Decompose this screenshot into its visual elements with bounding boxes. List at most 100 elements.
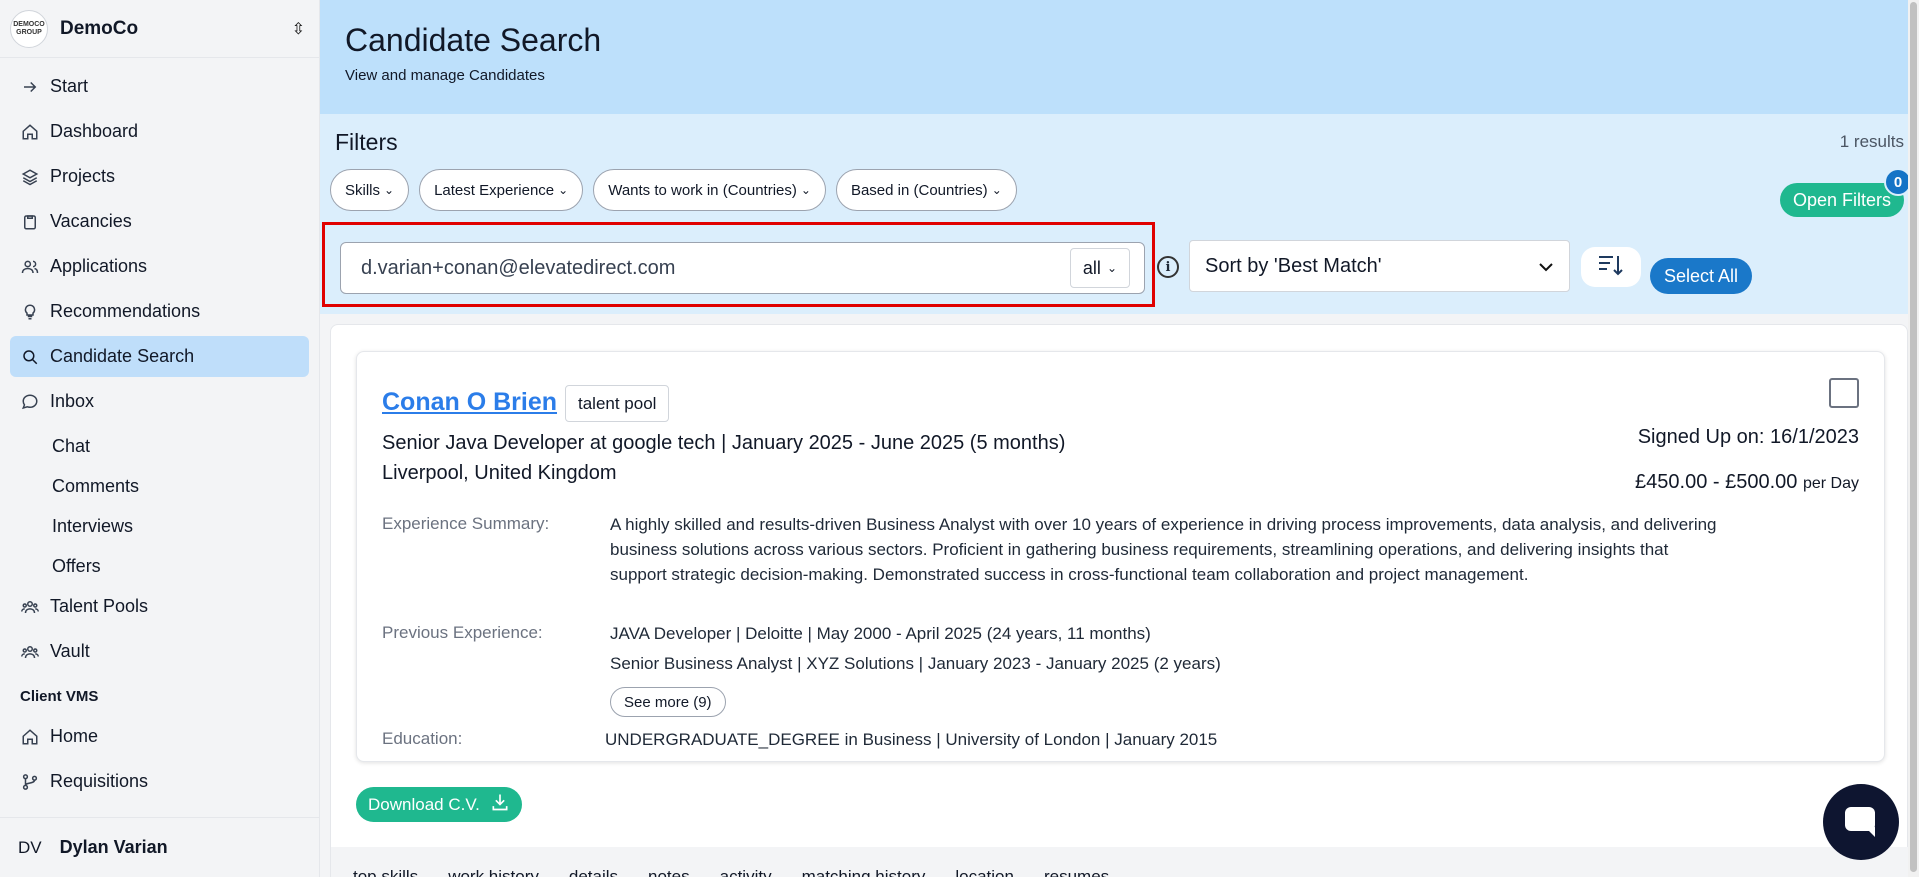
user-name: Dylan Varian [59,837,168,857]
sidebar-item-label: Inbox [50,391,95,411]
select-all-button[interactable]: Select All [1650,258,1753,294]
sidebar-item-chat[interactable]: Chat [10,426,309,466]
talent-pool-tag: talent pool [565,385,670,422]
info-icon[interactable]: i [1157,256,1179,278]
tab-details[interactable]: details [569,847,618,877]
candidate-select-checkbox[interactable] [1829,378,1859,408]
org-switcher[interactable]: DEMOCO GROUP DemoCo ⇳ [0,0,319,58]
candidate-tabs: top skills work history details notes ac… [331,847,1909,877]
filter-chips: Skills ⌄ Latest Experience ⌄ Wants to work… [330,169,1017,211]
education-value: UNDERGRADUATE_DEGREE in Business | Unive… [605,730,1218,749]
sidebar-item-vault[interactable]: Vault [10,631,309,672]
sidebar-item-inbox[interactable]: Inbox [10,381,309,422]
sort-direction-button[interactable] [1581,247,1641,287]
education-label: Education: [382,729,463,748]
tab-activity[interactable]: activity [720,847,772,877]
sidebar-item-label: Vault [50,641,90,661]
users-group-icon [20,643,40,661]
user-profile[interactable]: DV Dylan Varian [0,817,319,877]
sidebar-item-label: Applications [50,256,148,276]
chevron-down-icon: ⌄ [384,183,395,197]
git-branch-icon [20,773,40,791]
chip-label: Based in (Countries) [850,181,988,199]
sidebar-item-vacancies[interactable]: Vacancies [10,201,309,242]
org-logo: DEMOCO GROUP [10,9,48,48]
filter-chip-based-in[interactable]: Based in (Countries) ⌄ [835,169,1017,211]
chevron-down-icon: ⌄ [991,183,1002,197]
main-content: Candidate Search View and manage Candida… [320,0,1919,877]
search-scope-select[interactable]: all ⌄ [1069,248,1130,288]
sidebar-item-candidate-search[interactable]: Candidate Search [10,336,309,377]
sidebar-item-projects[interactable]: Projects [10,156,309,197]
tab-resumes[interactable]: resumes [1044,847,1109,877]
sidebar-item-label: Requisitions [50,771,149,791]
page-title: Candidate Search [345,22,602,58]
sidebar-item-home[interactable]: Home [10,716,309,757]
sidebar-item-label: Talent Pools [50,596,149,616]
chat-launcher-button[interactable] [1823,784,1899,860]
download-label: Download C.V. [368,794,480,814]
download-cv-button[interactable]: Download C.V. [356,787,522,822]
home-icon [20,728,40,746]
sidebar-item-label: Vacancies [50,211,132,231]
users-group-icon [20,598,40,616]
search-bar: all ⌄ [340,242,1145,294]
users-icon [20,258,40,276]
sidebar-section-client-vms: Client VMS [20,687,99,705]
previous-experience-item: Senior Business Analyst | XYZ Solutions … [610,654,1221,673]
search-icon [20,348,40,366]
candidate-rate: £450.00 - £500.00 per Day [1635,471,1859,494]
chevron-down-icon [1538,255,1554,278]
see-more-button[interactable]: See more (9) [610,687,726,717]
tab-matching-history[interactable]: matching history [802,847,926,877]
lightbulb-icon [20,303,40,321]
filters-title: Filters [335,129,398,155]
summary-label: Experience Summary: [382,514,550,533]
experience-summary: A highly skilled and results-driven Busi… [610,515,1717,584]
sidebar-item-comments[interactable]: Comments [10,466,309,506]
open-filters-button[interactable]: Open Filters 0 [1779,168,1912,217]
home-icon [20,123,40,141]
page-subtitle: View and manage Candidates [345,67,545,84]
sidebar-item-label: Candidate Search [50,346,195,366]
sidebar-item-label: Home [50,726,99,746]
sort-select[interactable]: Sort by 'Best Match' [1189,240,1570,292]
chevron-down-icon: ⌄ [800,183,811,197]
candidate-name-link[interactable]: Conan O Brien [382,388,557,417]
arrow-right-icon [20,78,40,96]
sidebar-item-requisitions[interactable]: Requisitions [10,761,309,802]
chevron-down-icon: ⌄ [1106,261,1117,275]
candidate-role: Senior Java Developer at google tech | J… [382,432,1066,454]
chevron-up-down-icon: ⇳ [291,20,305,38]
tab-notes[interactable]: notes [648,847,690,877]
sidebar-item-talent-pools[interactable]: Talent Pools [10,586,309,627]
scrollbar-thumb[interactable] [1910,2,1917,872]
tab-work-history[interactable]: work history [448,847,539,877]
sidebar-item-interviews[interactable]: Interviews [10,506,309,546]
sort-label: Sort by 'Best Match' [1205,254,1382,277]
tab-top-skills[interactable]: top skills [353,847,418,877]
signed-up-date: Signed Up on: 16/1/2023 [1637,426,1859,448]
sidebar-item-label: Dashboard [50,121,139,141]
sidebar-item-dashboard[interactable]: Dashboard [10,111,309,152]
sidebar-item-offers[interactable]: Offers [10,546,309,586]
page-scrollbar[interactable] [1908,0,1919,877]
rate-value: £450.00 - £500.00 [1635,471,1798,493]
sidebar-item-label: Start [50,76,89,96]
sidebar: DEMOCO GROUP DemoCo ⇳ Start Dashboard Pr… [0,0,320,877]
filter-chip-latest-experience[interactable]: Latest Experience ⌄ [419,169,584,211]
sidebar-item-recommendations[interactable]: Recommendations [10,291,309,332]
filter-chip-wants-to-work-in[interactable]: Wants to work in (Countries) ⌄ [593,169,826,211]
filter-chip-skills[interactable]: Skills ⌄ [330,169,410,211]
sidebar-item-label: Projects [50,166,116,186]
chip-label: Wants to work in (Countries) [608,181,797,199]
tab-location[interactable]: location [955,847,1014,877]
search-input[interactable] [341,256,1070,280]
sidebar-item-applications[interactable]: Applications [10,246,309,287]
previous-experience-item: JAVA Developer | Deloitte | May 2000 - A… [610,624,1151,643]
chip-label: Skills [345,181,381,199]
filters-panel: Filters 1 results Skills ⌄ Latest Experie… [320,114,1919,314]
scope-label: all [1082,257,1101,278]
stack-icon [20,168,40,186]
sidebar-item-start[interactable]: Start [10,66,309,107]
